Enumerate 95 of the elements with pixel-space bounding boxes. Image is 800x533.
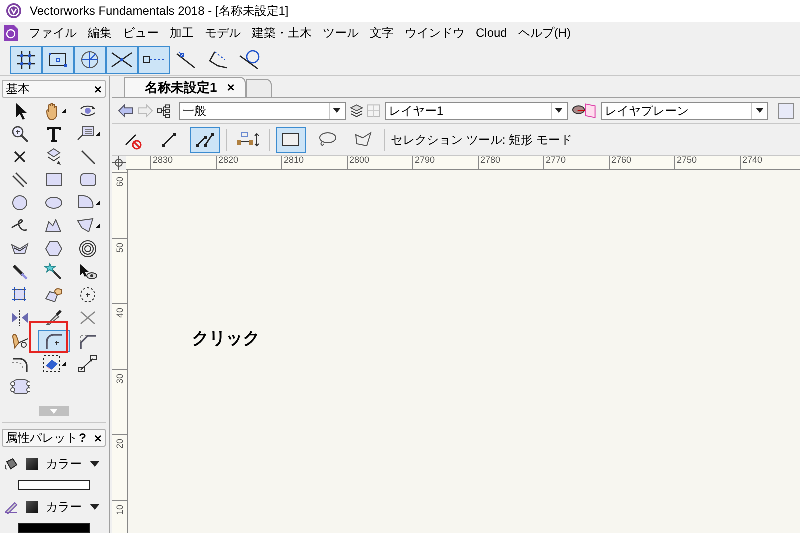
ruler-label: 60 xyxy=(114,176,126,189)
double-line-icon xyxy=(10,170,30,190)
ruler-label: 50 xyxy=(114,242,126,254)
layers-icon xyxy=(350,104,364,118)
mode-button[interactable] xyxy=(190,126,220,152)
snap-toggle-button[interactable] xyxy=(138,46,170,74)
eraser-icon xyxy=(42,354,62,374)
dotted-circle-icon xyxy=(78,285,98,305)
snap-distance-icon xyxy=(143,56,165,63)
document-tab[interactable]: 名称未設定1 × xyxy=(124,77,246,97)
snap-toggle-button[interactable] xyxy=(42,46,74,74)
menu-item[interactable]: 編集 xyxy=(88,24,112,42)
color-bar[interactable] xyxy=(18,480,90,490)
hexagon-icon xyxy=(44,239,64,259)
palette-title: 属性パレット xyxy=(6,430,78,447)
palette-title: 基本 xyxy=(6,81,30,98)
pencil-icon xyxy=(4,500,18,514)
ruler-label: 2740 xyxy=(742,156,763,165)
color-bar[interactable] xyxy=(18,523,90,533)
ruler-label: 30 xyxy=(114,372,126,386)
flyout-corner-icon xyxy=(62,362,66,366)
ruler-label: 2830 xyxy=(153,156,174,165)
ruler-label: 2800 xyxy=(350,156,370,165)
window-title: Vectorworks Fundamentals 2018 - [名称未設定1] xyxy=(30,3,289,20)
app-logo-icon xyxy=(6,3,22,19)
mode-button[interactable] xyxy=(276,126,306,152)
close-button[interactable]: × xyxy=(94,82,102,96)
highlight-frame xyxy=(29,321,68,353)
ruler-label: 2810 xyxy=(284,156,304,165)
app-menu-icon xyxy=(4,25,18,41)
ruler-label: 40 xyxy=(114,307,126,320)
color-mode-label: カラー xyxy=(46,456,82,473)
color-swatch[interactable] xyxy=(26,458,38,470)
menu-item[interactable]: 建築・土木 xyxy=(252,24,312,42)
menu-item[interactable]: 加工 xyxy=(170,24,194,42)
forward-arrow-icon xyxy=(138,104,154,118)
color-swatch[interactable] xyxy=(26,501,38,513)
text-tool-icon xyxy=(44,124,64,144)
rounded-block-icon xyxy=(10,377,30,397)
plane-eye-icon xyxy=(572,102,597,120)
mode-description: セレクション ツール: 矩形 モード xyxy=(391,132,572,148)
tab-title: 名称未設定1 xyxy=(145,78,218,97)
menu-item[interactable]: ヘルプ(H) xyxy=(518,24,572,42)
dropdown-arrow-icon xyxy=(756,108,764,113)
close-button[interactable]: × xyxy=(94,432,102,444)
ruler-label: 2820 xyxy=(218,156,239,165)
flyout-corner-icon xyxy=(62,109,66,113)
ruler-label: 2760 xyxy=(612,156,632,165)
magic-wand-icon xyxy=(44,262,64,282)
fillet-icon xyxy=(44,331,64,351)
origin-crosshair-icon xyxy=(112,156,126,170)
plane-dropdown[interactable]: レイヤプレーン xyxy=(600,102,768,120)
menu-item[interactable]: ツール xyxy=(323,24,359,42)
ruler-label: 20 xyxy=(114,438,126,451)
resize-handles-icon xyxy=(236,130,260,148)
ruler-label: 2780 xyxy=(480,156,501,165)
snap-toggle-button[interactable] xyxy=(106,46,138,74)
snap-toggle-button[interactable] xyxy=(10,46,42,74)
connector-icon xyxy=(78,354,98,374)
flyout-corner-icon xyxy=(96,132,100,136)
knife-icon xyxy=(44,308,64,328)
eyedropper-icon xyxy=(10,262,30,282)
ruler-label: 2790 xyxy=(415,156,436,165)
pointer-eye-icon xyxy=(78,262,98,282)
color-mode-label: カラー xyxy=(46,499,82,516)
layer-dropdown[interactable]: レイヤー1 xyxy=(384,102,568,120)
zoom-icon xyxy=(10,124,30,144)
mirror-icon xyxy=(10,308,30,328)
menu-item[interactable]: ウインドウ xyxy=(405,24,465,42)
layer-grid-icon xyxy=(367,104,381,118)
callout-label: クリック xyxy=(192,328,260,350)
menu-item[interactable]: 文字 xyxy=(370,24,394,42)
dropdown-arrow-icon xyxy=(90,461,100,467)
flyout-corner-icon xyxy=(96,201,100,205)
help-button[interactable]: ? xyxy=(79,432,86,444)
menu-item[interactable]: ファイル xyxy=(29,24,77,42)
dropdown-arrow-icon xyxy=(333,108,342,113)
view-option-button[interactable] xyxy=(778,102,794,118)
snap-toggle-button[interactable] xyxy=(74,46,106,74)
menu-item[interactable]: モデル xyxy=(205,24,241,42)
menu-item[interactable]: ビュー xyxy=(123,24,159,42)
back-arrow-icon xyxy=(118,104,134,118)
dropdown-arrow-icon xyxy=(555,108,564,113)
polygon-select-icon xyxy=(353,130,373,150)
triangle-down-icon xyxy=(50,408,58,414)
class-dropdown[interactable]: 一般 xyxy=(178,102,346,120)
circle-icon xyxy=(10,193,30,213)
ruler-label: 2770 xyxy=(546,156,566,165)
menu-item[interactable]: Cloud xyxy=(476,24,508,42)
ruler-label: 10 xyxy=(114,504,126,516)
ruler-label: 2750 xyxy=(677,156,698,165)
close-button[interactable]: × xyxy=(227,81,235,94)
flyout-corner-icon xyxy=(96,224,100,228)
dropdown-arrow-icon xyxy=(90,504,100,510)
spiral-icon xyxy=(78,239,98,259)
